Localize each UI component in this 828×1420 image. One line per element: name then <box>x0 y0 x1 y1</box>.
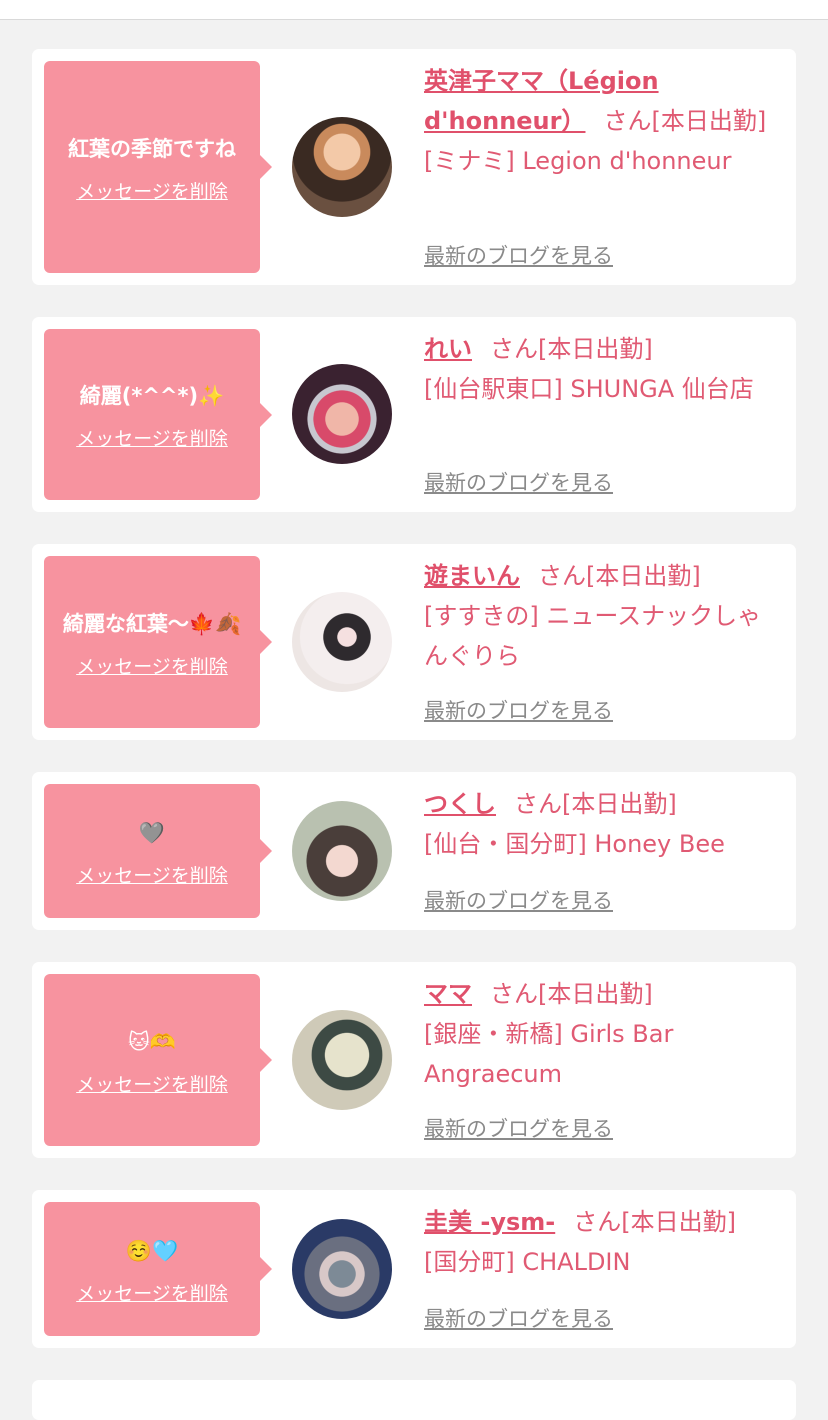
status-text: さん[本日出勤] <box>490 335 653 363</box>
avatar[interactable] <box>292 117 392 217</box>
shop-text: [仙台駅東口] SHUNGA 仙台店 <box>424 375 754 403</box>
shop-text: [ミナミ] Legion d'honneur <box>424 147 732 175</box>
profile-info: ママ さん[本日出勤] [銀座・新橋] Girls Bar Angraecum <box>424 974 769 1094</box>
message-card: ☺️🩵 メッセージを削除 圭美 -ysm- さん[本日出勤] [国分町] CHAL… <box>32 1190 796 1348</box>
status-text: さん[本日出勤] <box>514 790 677 818</box>
status-text: さん[本日出勤] <box>538 562 701 590</box>
view-blog-link[interactable]: 最新のブログを見る <box>424 885 613 915</box>
message-text: ☺️🩵 <box>125 1238 179 1263</box>
status-text: さん[本日出勤] <box>490 980 653 1008</box>
delete-message-link[interactable]: メッセージを削除 <box>76 1279 228 1306</box>
message-text: 綺麗(*^^*)✨ <box>79 384 225 408</box>
name-link[interactable]: つくし <box>424 790 496 818</box>
message-text: 綺麗な紅葉〜🍁🍂 <box>62 611 242 636</box>
message-card: 綺麗な紅葉〜🍁🍂 メッセージを削除 遊まいん さん[本日出勤] [すすきの] ニュ… <box>32 544 796 740</box>
message-card: 紅葉の季節ですね メッセージを削除 英津子ママ（Légion d'honneur… <box>32 49 796 285</box>
view-blog-link[interactable]: 最新のブログを見る <box>424 1113 613 1143</box>
name-link[interactable]: 遊まいん <box>424 562 520 590</box>
view-blog-link[interactable]: 最新のブログを見る <box>424 1303 613 1333</box>
message-card <box>32 1380 796 1420</box>
message-bubble: 紅葉の季節ですね メッセージを削除 <box>44 61 272 273</box>
message-text: 🐱🫶 <box>127 1029 177 1054</box>
avatar[interactable] <box>292 592 392 692</box>
shop-text: [仙台・国分町] Honey Bee <box>424 830 725 858</box>
avatar[interactable] <box>292 364 392 464</box>
avatar[interactable] <box>292 801 392 901</box>
message-card: 🩶 メッセージを削除 つくし さん[本日出勤] [仙台・国分町] Honey Be… <box>32 772 796 930</box>
profile-info: れい さん[本日出勤] [仙台駅東口] SHUNGA 仙台店 <box>424 329 769 409</box>
message-card: 綺麗(*^^*)✨ メッセージを削除 れい さん[本日出勤] [仙台駅東口] SH… <box>32 317 796 512</box>
message-text: 紅葉の季節ですね <box>68 136 236 161</box>
status-text: さん[本日出勤] <box>573 1208 736 1236</box>
name-link[interactable]: 圭美 -ysm- <box>424 1208 555 1236</box>
name-link[interactable]: ママ <box>424 980 472 1008</box>
profile-info: 圭美 -ysm- さん[本日出勤] [国分町] CHALDIN <box>424 1202 769 1282</box>
avatar[interactable] <box>292 1010 392 1110</box>
message-bubble: ☺️🩵 メッセージを削除 <box>44 1202 272 1336</box>
message-text: 🩶 <box>138 820 166 845</box>
shop-text: [銀座・新橋] Girls Bar Angraecum <box>424 1020 674 1088</box>
shop-text: [国分町] CHALDIN <box>424 1248 631 1276</box>
view-blog-link[interactable]: 最新のブログを見る <box>424 240 613 270</box>
avatar[interactable] <box>292 1219 392 1319</box>
status-text: さん[本日出勤] <box>603 107 767 135</box>
delete-message-link[interactable]: メッセージを削除 <box>76 424 228 451</box>
delete-message-link[interactable]: メッセージを削除 <box>76 177 228 204</box>
top-bar <box>0 0 828 20</box>
profile-info: 英津子ママ（Légion d'honneur） さん[本日出勤] [ミナミ] Le… <box>424 61 769 181</box>
message-bubble: 🐱🫶 メッセージを削除 <box>44 974 272 1146</box>
profile-info: 遊まいん さん[本日出勤] [すすきの] ニュースナックしゃんぐりら <box>424 556 769 676</box>
message-bubble: 綺麗な紅葉〜🍁🍂 メッセージを削除 <box>44 556 272 728</box>
message-card: 🐱🫶 メッセージを削除 ママ さん[本日出勤] [銀座・新橋] Girls Bar… <box>32 962 796 1158</box>
message-bubble: 綺麗(*^^*)✨ メッセージを削除 <box>44 329 272 500</box>
message-bubble: 🩶 メッセージを削除 <box>44 784 272 918</box>
delete-message-link[interactable]: メッセージを削除 <box>76 1070 228 1097</box>
name-link[interactable]: れい <box>424 335 472 363</box>
shop-text: [すすきの] ニュースナックしゃんぐりら <box>424 602 762 670</box>
view-blog-link[interactable]: 最新のブログを見る <box>424 467 613 497</box>
view-blog-link[interactable]: 最新のブログを見る <box>424 695 613 725</box>
delete-message-link[interactable]: メッセージを削除 <box>76 652 228 679</box>
profile-info: つくし さん[本日出勤] [仙台・国分町] Honey Bee <box>424 784 769 864</box>
delete-message-link[interactable]: メッセージを削除 <box>76 861 228 888</box>
